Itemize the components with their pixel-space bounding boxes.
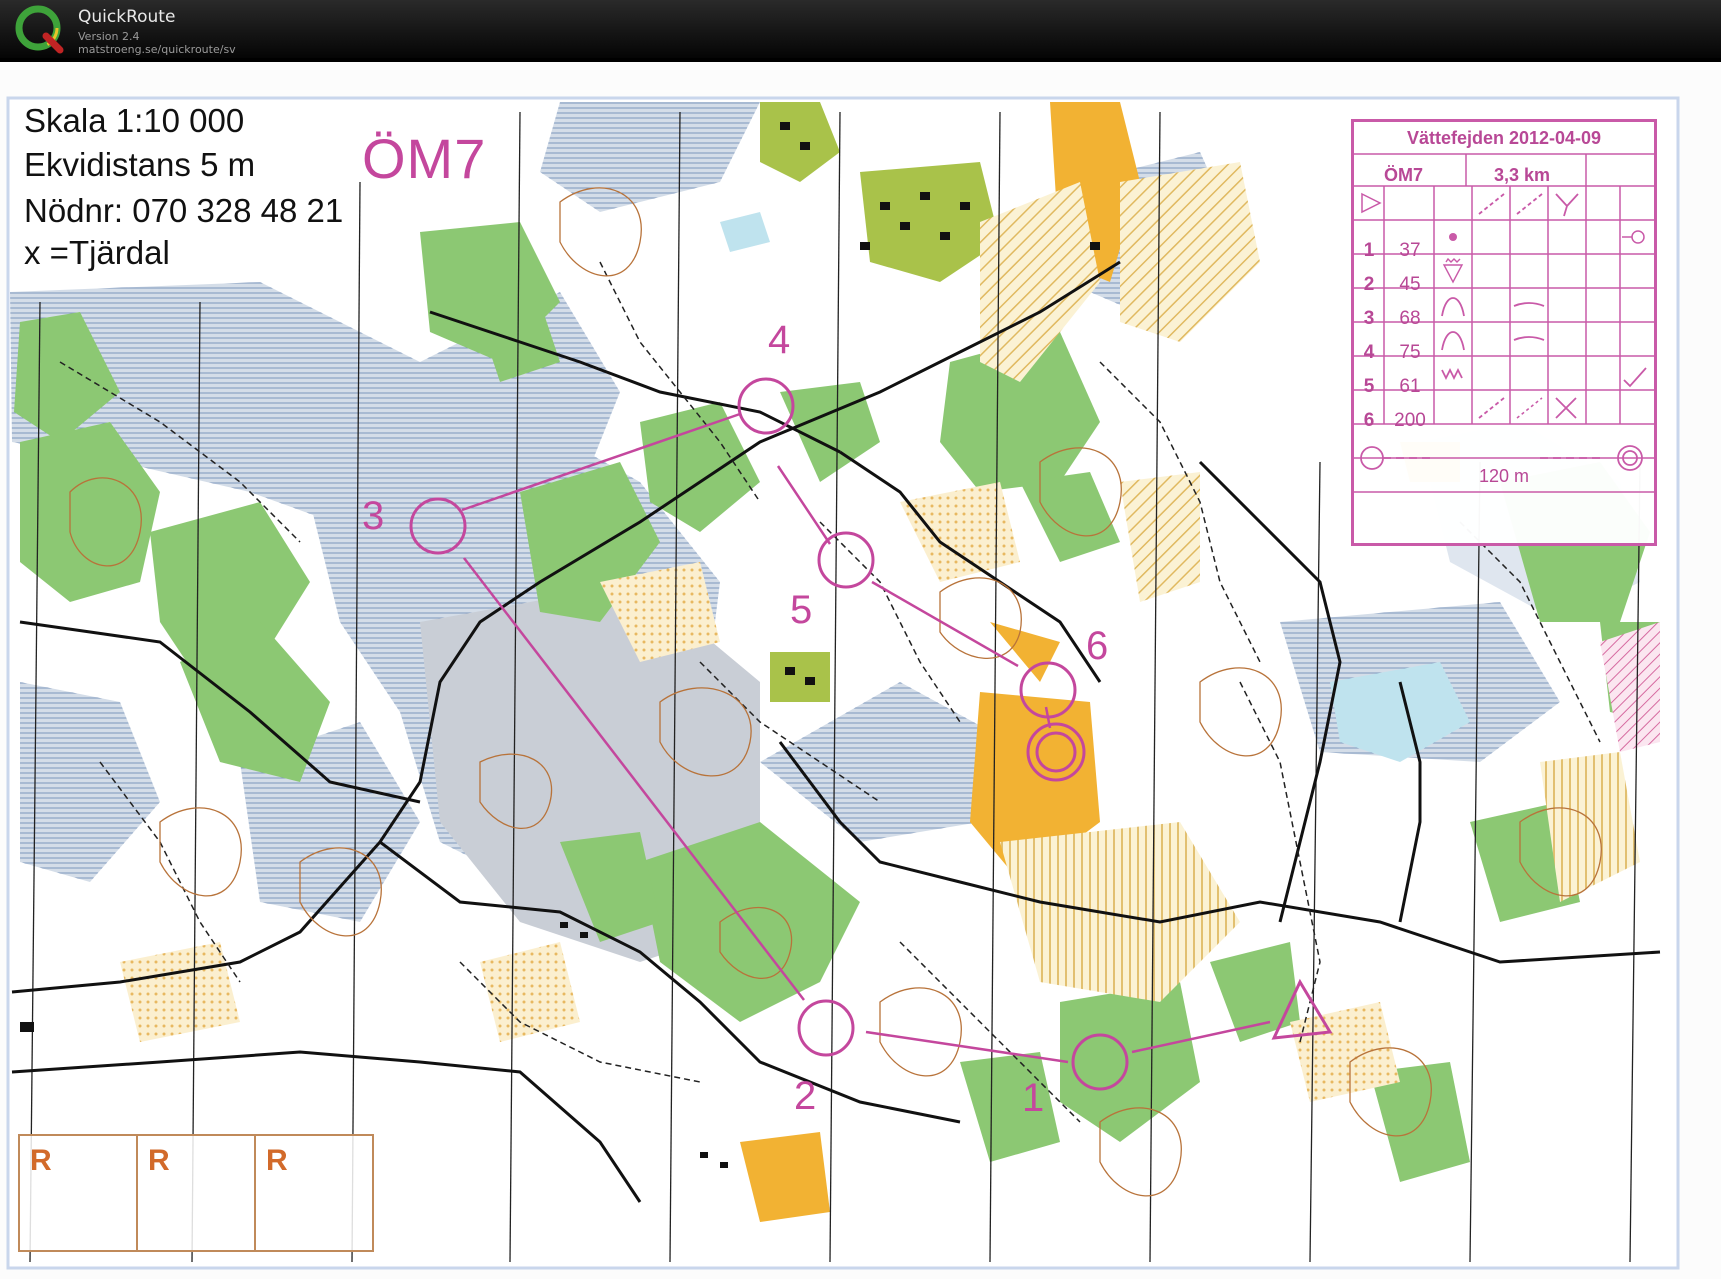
description-control-number: 1: [1363, 240, 1375, 261]
app-name: QuickRoute: [78, 7, 176, 27]
description-control-code: 61: [1399, 376, 1421, 397]
event-title: Vättefejden 2012-04-09: [1406, 128, 1602, 148]
description-control-number: 4: [1363, 342, 1375, 363]
description-control-code: 68: [1399, 308, 1421, 329]
map-emergency-number-text: Nödnr: 070 328 48 21: [24, 192, 344, 229]
r-box: R: [254, 1134, 374, 1252]
r-box-label: R: [148, 1144, 170, 1177]
control-description-sheet: Vättefejden 2012-04-09 ÖM7 3,3 km 1 37 2…: [1351, 119, 1657, 546]
description-control-code: 75: [1399, 342, 1421, 363]
description-control-code: 200: [1394, 410, 1426, 431]
r-box: R: [136, 1134, 256, 1252]
orienteering-map[interactable]: Skala 1:10 000 Ekvidistans 5 m Nödnr: 07…: [0, 62, 1721, 1279]
control-number-6: 6: [1086, 624, 1109, 668]
control-number-3: 3: [362, 494, 385, 538]
finish-distance: 120 m: [1478, 466, 1530, 486]
control-number-5: 5: [790, 588, 813, 632]
description-course-name: ÖM7: [1384, 165, 1424, 185]
description-control-number: 5: [1363, 376, 1375, 397]
map-legend-note-text: x =Tjärdal: [24, 234, 170, 271]
control-number-1: 1: [1022, 1076, 1045, 1120]
app-version: Version 2.4: [78, 30, 140, 43]
r-box-label: R: [30, 1144, 52, 1177]
r-box: R: [18, 1134, 138, 1252]
app-titlebar: QuickRoute Version 2.4 matstroeng.se/qui…: [0, 0, 1721, 58]
course-name-label: ÖM7: [362, 127, 487, 190]
description-control-number: 2: [1363, 274, 1375, 295]
quickroute-logo-icon: [15, 5, 64, 54]
description-control-number: 6: [1363, 410, 1375, 431]
map-contour-interval-text: Ekvidistans 5 m: [24, 146, 256, 183]
description-control-number: 3: [1363, 308, 1375, 329]
map-scale-text: Skala 1:10 000: [24, 102, 245, 139]
course-length: 3,3 km: [1494, 165, 1551, 185]
control-number-2: 2: [794, 1074, 817, 1118]
description-control-code: 37: [1399, 240, 1421, 261]
app-url: matstroeng.se/quickroute/sv: [78, 43, 236, 56]
r-box-label: R: [266, 1144, 288, 1177]
control-number-4: 4: [768, 318, 791, 362]
description-control-code: 45: [1399, 274, 1421, 295]
